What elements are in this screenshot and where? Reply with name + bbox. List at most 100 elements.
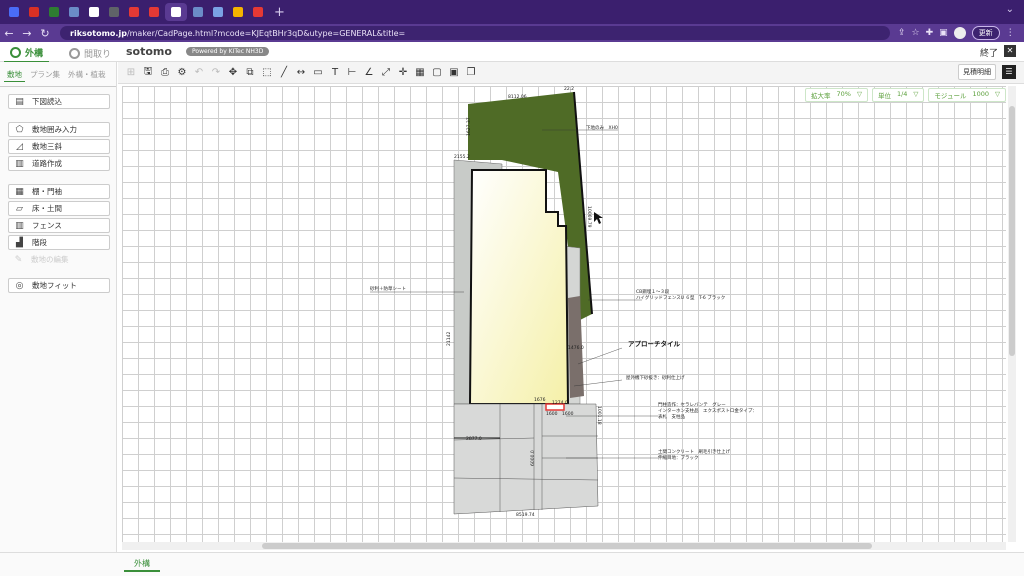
browser-tab[interactable]: [65, 3, 83, 21]
scroll-thumb[interactable]: [1009, 106, 1015, 356]
line-icon[interactable]: ╱: [277, 66, 291, 80]
back-arrow-icon[interactable]: ←: [0, 27, 18, 40]
cad-label-approach: アプローチタイル: [628, 339, 681, 348]
cad-canvas[interactable]: 拡大率 70% ▽ 単位 1/4 ▽ モジュール 1000 ▽ 8112.06 …: [122, 86, 1006, 542]
tab-exterior[interactable]: 外構: [4, 44, 50, 63]
browser-tab[interactable]: [209, 3, 227, 21]
measure-icon[interactable]: ⊢: [345, 66, 359, 80]
button-label: 棚・門袖: [32, 187, 62, 196]
exit-button[interactable]: 終了: [980, 46, 998, 59]
tab-favicon-icon: [69, 7, 79, 17]
zoom-fit-icon[interactable]: ⤢: [379, 66, 393, 80]
fit-icon: ◎: [15, 280, 24, 291]
cad-label-lawn: 下地のみ XH0: [586, 124, 618, 131]
new-tab-button[interactable]: +: [274, 5, 285, 20]
table-icon[interactable]: ▦: [413, 66, 427, 80]
share-icon[interactable]: ⇪: [898, 28, 906, 38]
browser-tab[interactable]: [125, 3, 143, 21]
cad-dimension: 1600: [546, 411, 558, 417]
tab-favicon-icon: [233, 7, 243, 17]
road-create-button[interactable]: ▥ 道路作成: [8, 156, 110, 171]
button-label: 道路作成: [32, 159, 62, 168]
load-underlay-button[interactable]: ▤ 下図読込: [8, 94, 110, 109]
subtab-exterior-planting[interactable]: 外構・植栽: [65, 68, 109, 82]
profile-avatar[interactable]: [953, 27, 966, 39]
subtab-plans[interactable]: プラン集: [27, 68, 63, 82]
cad-dimension: 1676: [534, 397, 546, 403]
tab-exterior-bottom[interactable]: 外構: [124, 557, 160, 572]
cad-dimension: 8112.06: [508, 94, 527, 100]
cad-dimension: 10069.79: [586, 206, 592, 228]
image-icon: ▤: [15, 96, 24, 107]
browser-tab[interactable]: [229, 3, 247, 21]
browser-tab[interactable]: [25, 3, 43, 21]
estimate-button[interactable]: 見積明細: [958, 64, 996, 80]
horizontal-scrollbar[interactable]: [122, 542, 1006, 550]
layers-icon[interactable]: ❐: [464, 66, 478, 80]
print-icon[interactable]: ⎙: [158, 66, 172, 80]
tab-list-chevron-icon[interactable]: ⌄: [1006, 4, 1014, 15]
list-icon[interactable]: ☰: [1002, 65, 1016, 79]
browser-tab[interactable]: [45, 3, 63, 21]
extensions-icon[interactable]: ✚: [926, 28, 934, 38]
text-icon[interactable]: T: [328, 66, 342, 80]
road-icon: ▥: [15, 158, 24, 169]
tab-favicon-icon: [109, 7, 119, 17]
cad-dimension: 1476.0: [568, 345, 584, 351]
floor-button[interactable]: ▱ 床・土間: [8, 201, 110, 216]
copy-icon[interactable]: ⧉: [243, 66, 257, 80]
browser-tab[interactable]: [165, 3, 187, 21]
browser-tab[interactable]: [5, 3, 23, 21]
tab-favicon-icon: [213, 7, 223, 17]
pan-icon[interactable]: ✛: [396, 66, 410, 80]
menu-dots-icon[interactable]: ⋮: [1006, 28, 1015, 38]
wall-gate-button[interactable]: ▦ 棚・門袖: [8, 184, 110, 199]
rect-select-icon[interactable]: ▭: [311, 66, 325, 80]
concrete-slab[interactable]: [453, 403, 599, 515]
image-icon[interactable]: ▣: [447, 66, 461, 80]
window-icon[interactable]: ▢: [430, 66, 444, 80]
fence-button[interactable]: ▥ フェンス: [8, 218, 110, 233]
update-button[interactable]: 更新: [971, 26, 1000, 40]
house-footprint[interactable]: [468, 169, 570, 405]
close-icon[interactable]: ✕: [1004, 45, 1016, 57]
url-field[interactable]: riksotomo.jp/maker/CadPage.html?mcode=KJ…: [60, 26, 890, 40]
url-host: riksotomo.jp: [70, 28, 127, 38]
save-icon[interactable]: 🖫: [141, 66, 155, 80]
tab-exterior-label: 外構: [25, 49, 44, 59]
shape-icon[interactable]: ⬚: [260, 66, 274, 80]
undo-icon[interactable]: ↶: [192, 66, 206, 80]
move-icon[interactable]: ✥: [226, 66, 240, 80]
tab-floorplan[interactable]: 間取り: [63, 44, 117, 63]
subtab-site[interactable]: 敷地: [4, 68, 25, 82]
cad-label-fence: CB鋼埋１〜３段: [636, 288, 670, 295]
cad-label-walkway: 屋外機下砂抜き：砂利仕上げ: [626, 374, 685, 381]
site-edit-button: ✎ 敷地の編集: [8, 252, 110, 267]
sidepanel-icon[interactable]: ▣: [939, 28, 948, 38]
stairs-button[interactable]: ▟ 階段: [8, 235, 110, 250]
forward-arrow-icon[interactable]: →: [18, 27, 36, 40]
dimension-icon[interactable]: ↔: [294, 66, 308, 80]
redo-icon[interactable]: ↷: [209, 66, 223, 80]
browser-tab[interactable]: [145, 3, 163, 21]
leader-line: [577, 347, 623, 365]
reload-icon[interactable]: ↻: [36, 27, 54, 40]
grid-icon[interactable]: ⊞: [124, 66, 138, 80]
site-plan-drawing[interactable]: 8112.06 22.2 下地のみ XH0 2155.2 21142 10069…: [122, 86, 1006, 542]
angle-icon[interactable]: ∠: [362, 66, 376, 80]
settings-gear-icon[interactable]: ⚙: [175, 66, 189, 80]
bookmark-star-icon[interactable]: ☆: [912, 28, 920, 38]
site-triangulation-button[interactable]: ◿ 敷地三斜: [8, 139, 110, 154]
browser-tab[interactable]: [249, 3, 267, 21]
browser-tab[interactable]: [105, 3, 123, 21]
vertical-scrollbar[interactable]: [1008, 86, 1016, 542]
powered-badge: Powered by KITec NH3D: [186, 47, 270, 56]
browser-tab[interactable]: [189, 3, 207, 21]
site-outline-button[interactable]: ⬠ 敷地囲み入力: [8, 122, 110, 137]
site-fit-button[interactable]: ◎ 敷地フィット: [8, 278, 110, 293]
scroll-thumb[interactable]: [262, 543, 872, 549]
polygon-icon: ⬠: [15, 124, 24, 135]
cad-label-concrete: 土間コンクリート 刷毛引き仕上げ: [658, 448, 730, 455]
tab-favicon-icon: [253, 7, 263, 17]
browser-tab[interactable]: [85, 3, 103, 21]
